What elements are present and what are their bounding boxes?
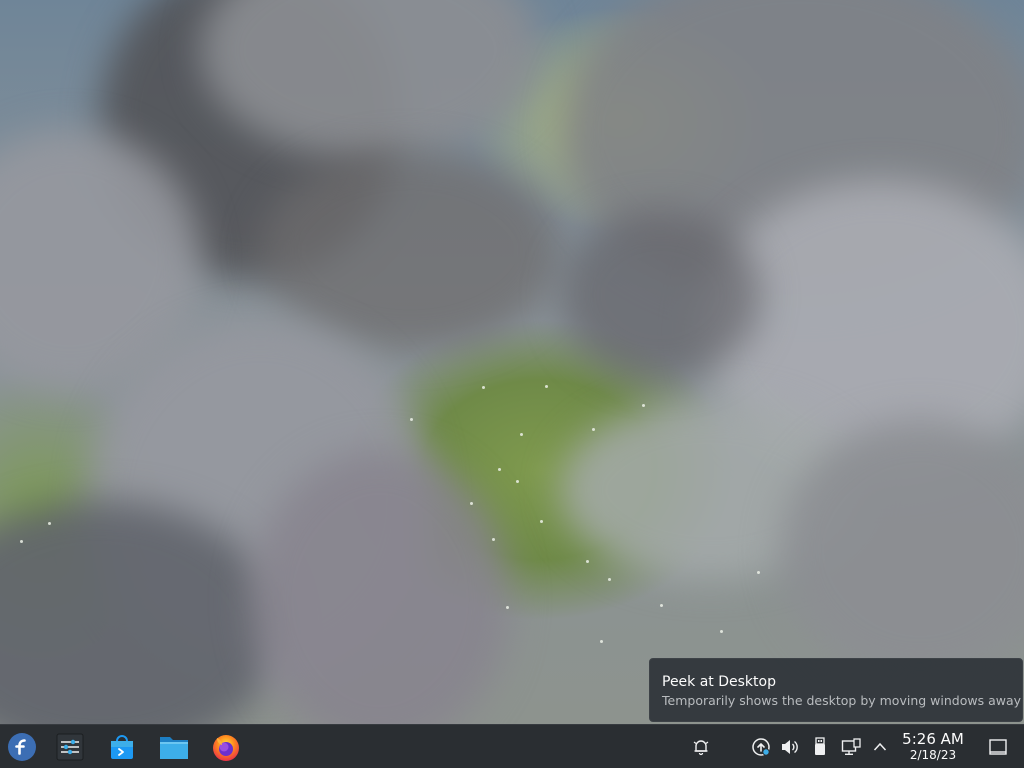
wallpaper-sparkle [410,418,413,421]
show-desktop-icon [989,739,1007,755]
peek-at-desktop-tooltip: Peek at Desktop Temporarily shows the de… [649,658,1023,722]
wallpaper-sparkle [540,520,543,523]
wallpaper-sparkle [592,428,595,431]
peek-at-desktop-button[interactable] [988,737,1008,757]
file-manager-folder-icon [160,737,188,759]
network-wired-icon [841,738,861,755]
wallpaper-sparkle [492,538,495,541]
tray-updates[interactable] [751,737,771,757]
wallpaper-sparkle [506,606,509,609]
wallpaper-sparkle [608,578,611,581]
tooltip-description: Temporarily shows the desktop by moving … [662,693,1022,708]
desktop-wallpaper[interactable] [0,0,1024,724]
wallpaper-cloud [560,210,760,380]
tray-removable-devices[interactable] [810,737,830,757]
wallpaper-cloud [260,150,560,350]
wallpaper-sparkle [482,386,485,389]
tray-network[interactable] [841,737,861,757]
notifications-bell-icon [693,740,709,756]
taskbar-app-discover[interactable] [106,731,138,763]
wallpaper-sparkle [586,560,589,563]
taskbar-app-system-settings[interactable] [54,731,86,763]
taskbar-app-file-manager[interactable] [158,731,190,763]
tray-notifications[interactable] [691,737,711,757]
wallpaper-sparkle [20,540,23,543]
digital-clock[interactable]: 5:26 AM 2/18/23 [897,730,969,763]
clock-date: 2/18/23 [909,748,957,762]
system-settings-icon [56,733,84,761]
application-launcher-button[interactable] [6,731,38,763]
tray-expand-button[interactable] [870,737,890,757]
show-hidden-icons-chevron-icon [873,742,887,751]
wallpaper-sparkle [470,502,473,505]
taskbar-panel: 5:26 AM 2/18/23 [0,724,1024,768]
discover-store-icon [111,735,133,759]
wallpaper-cloud [250,450,510,724]
fedora-logo-icon [8,733,36,761]
wallpaper-sparkle [720,630,723,633]
wallpaper-sparkle [498,468,501,471]
wallpaper-sparkle [545,385,548,388]
wallpaper-sparkle [600,640,603,643]
wallpaper-sparkle [757,571,760,574]
taskbar-app-firefox[interactable] [210,731,242,763]
wallpaper-sparkle [48,522,51,525]
wallpaper-sparkle [642,404,645,407]
tooltip-title: Peek at Desktop [662,674,776,690]
firefox-icon [213,735,239,761]
volume-icon [782,740,798,754]
clock-time: 5:26 AM [902,730,964,748]
wallpaper-sparkle [516,480,519,483]
wallpaper-sparkle [520,433,523,436]
updates-icon [752,738,770,756]
removable-device-icon [815,737,825,755]
tray-volume[interactable] [780,737,800,757]
wallpaper-sparkle [660,604,663,607]
